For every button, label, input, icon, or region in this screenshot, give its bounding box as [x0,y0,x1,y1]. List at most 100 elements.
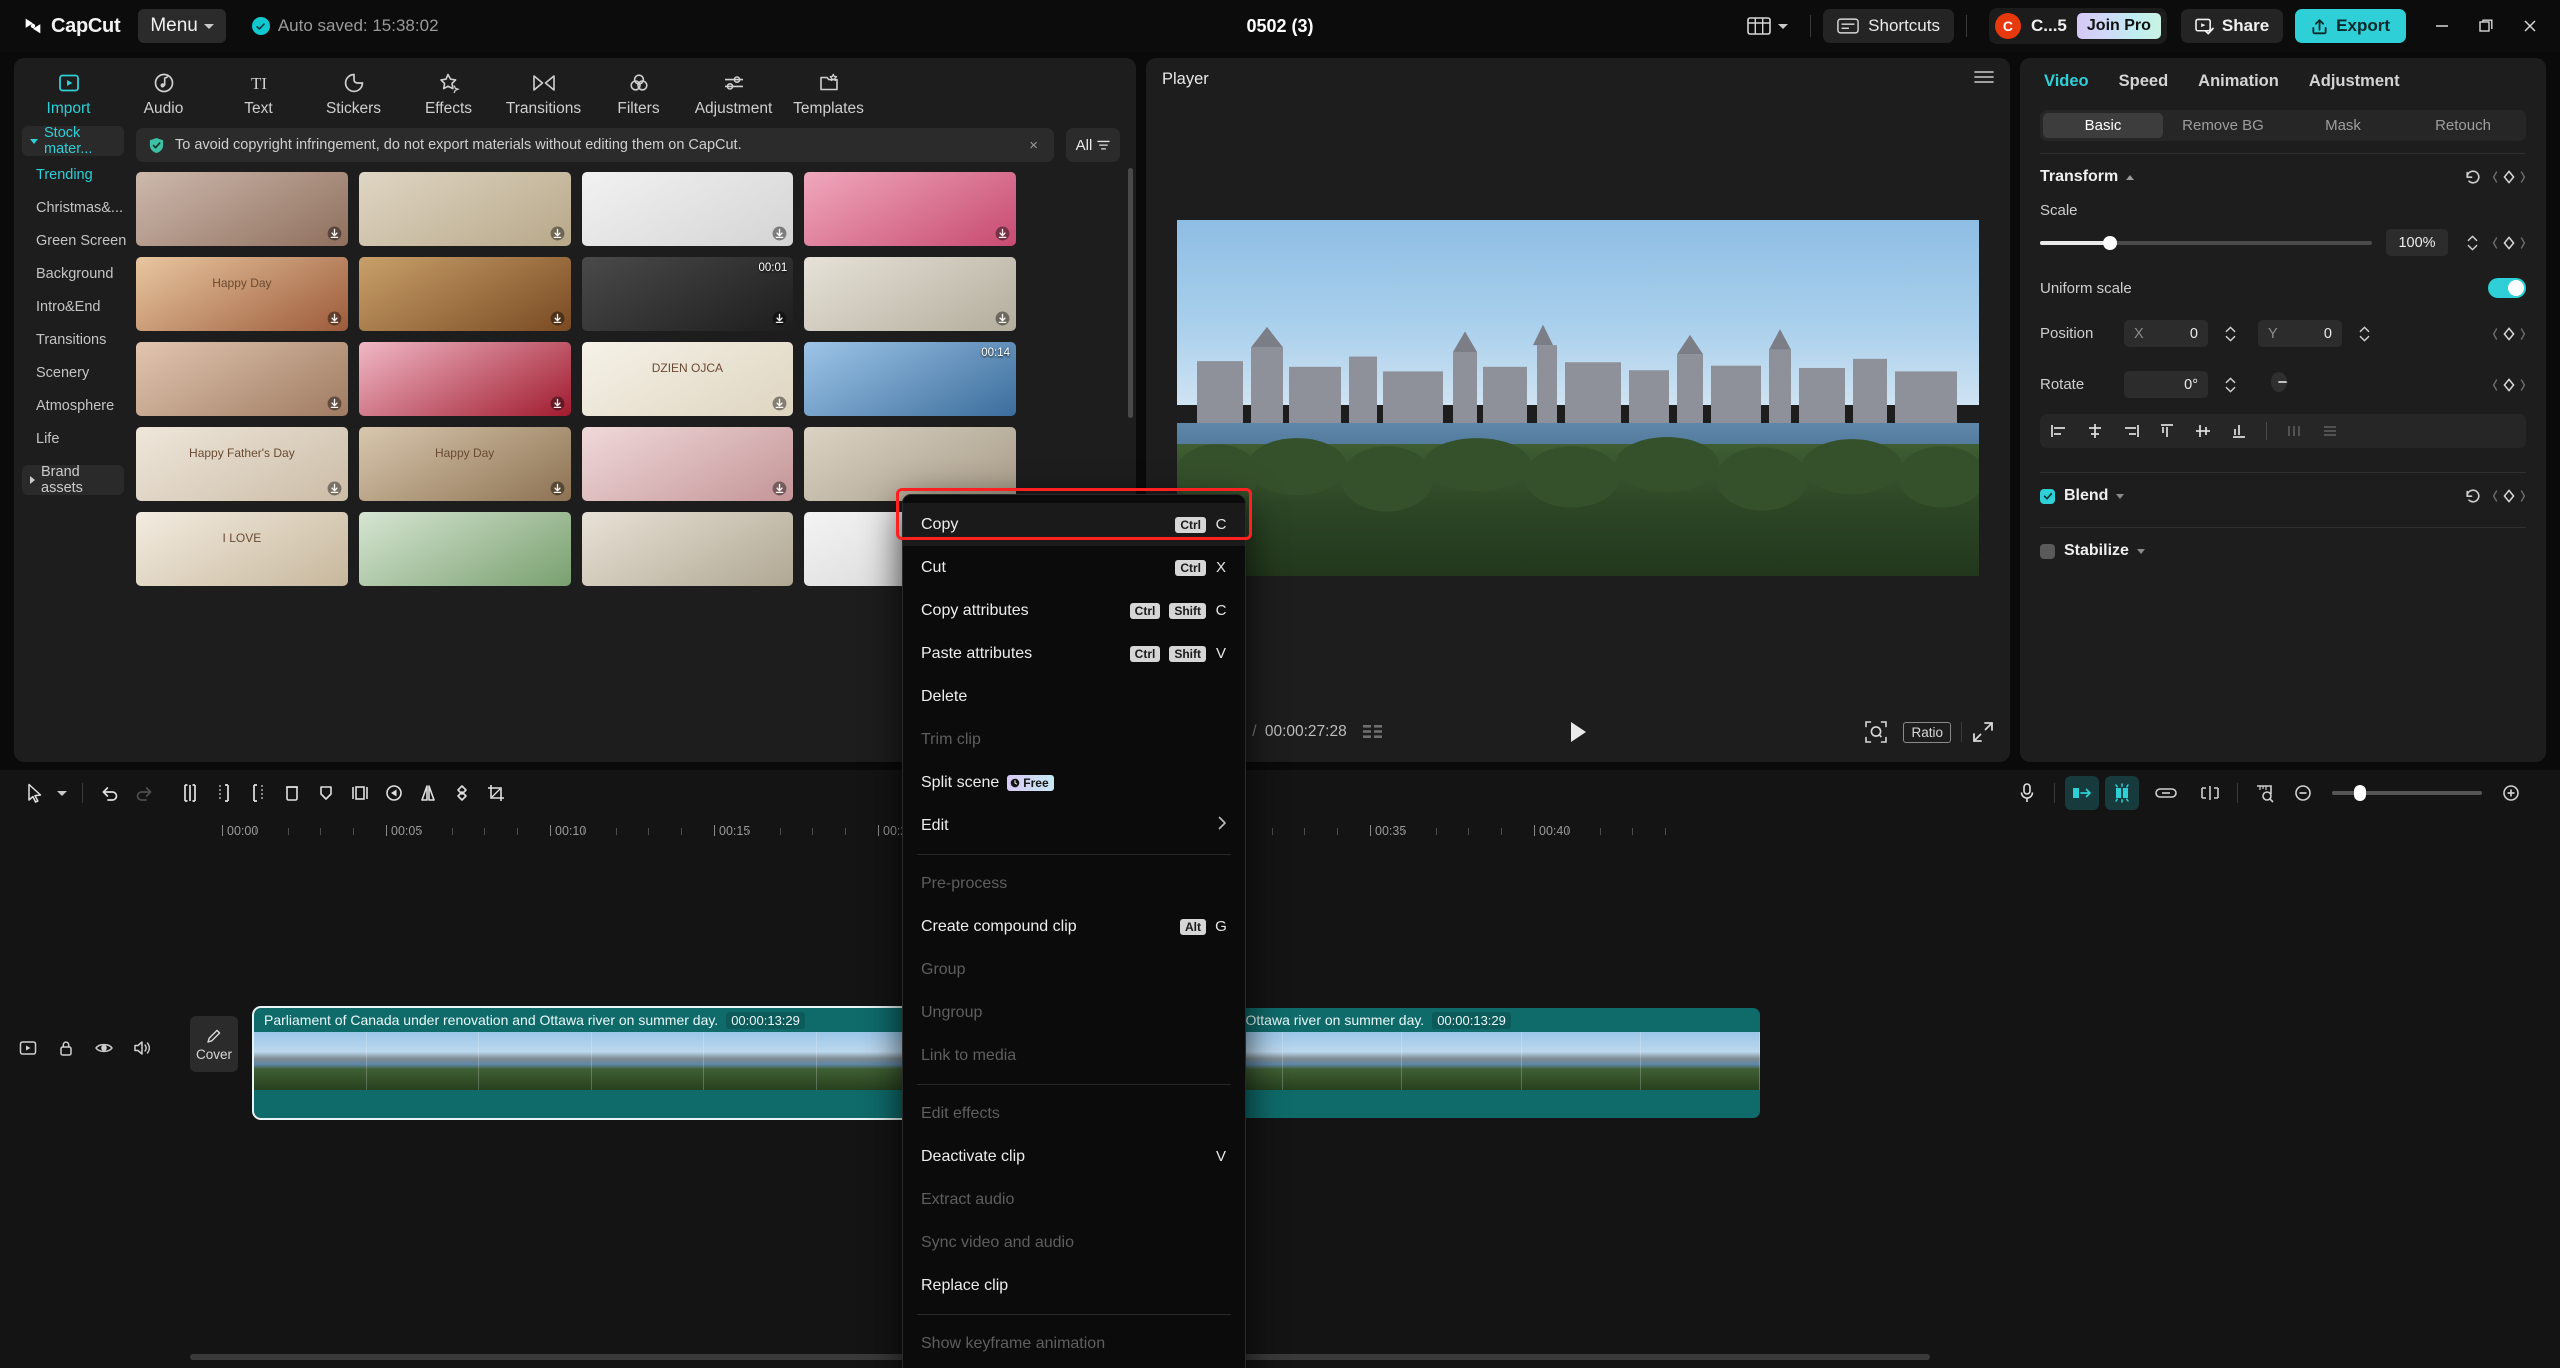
mirror-button[interactable] [411,776,445,810]
scale-slider[interactable] [2040,241,2372,245]
uniform-scale-toggle[interactable] [2488,278,2526,298]
timecode-format-button[interactable] [1363,724,1383,740]
align-center-vertical-icon[interactable] [2192,420,2214,442]
sidebar-root-stock-materials[interactable]: Stock mater... [22,126,124,156]
media-thumbnail[interactable] [582,427,794,501]
freeze-button[interactable] [343,776,377,810]
timeline-clip[interactable]: Parliament of Canada under renovation an… [1164,1008,1760,1118]
track-visibility-toggle[interactable] [94,1038,114,1063]
media-thumbnail[interactable]: Happy Day [359,427,571,501]
sidebar-item-scenery[interactable]: Scenery [14,356,132,389]
menu-item-copy-attributes[interactable]: Copy attributesCtrlShiftC [903,589,1245,632]
menu-item-edit[interactable]: Edit [903,804,1245,847]
download-icon[interactable] [995,311,1010,326]
download-icon[interactable] [327,311,342,326]
close-button[interactable] [2508,6,2552,46]
sidebar-item-trending[interactable]: Trending [14,158,132,191]
download-icon[interactable] [995,226,1010,241]
align-center-horizontal-icon[interactable] [2084,420,2106,442]
ripple-delete-button[interactable] [2193,776,2227,810]
player-menu-button[interactable] [1974,70,1994,89]
function-tab-text[interactable]: TI Text [212,64,305,118]
media-thumbnail[interactable]: Happy Day [136,257,348,331]
sidebar-item-life[interactable]: Life [14,422,132,455]
select-tool-button[interactable] [18,776,52,810]
sidebar-item-green-screen[interactable]: Green Screen [14,224,132,257]
sidebar-item-background[interactable]: Background [14,257,132,290]
segment-retouch[interactable]: Retouch [2403,113,2523,138]
media-thumbnail[interactable] [136,342,348,416]
download-icon[interactable] [327,226,342,241]
align-right-icon[interactable] [2120,420,2142,442]
position-x-field[interactable]: X 0 [2124,320,2208,347]
align-bottom-icon[interactable] [2228,420,2250,442]
trim-right-button[interactable] [241,776,275,810]
trim-left-button[interactable] [207,776,241,810]
share-button[interactable]: Share [2181,9,2283,43]
export-button[interactable]: Export [2295,9,2406,43]
function-tab-transitions[interactable]: Transitions [497,64,590,118]
reverse-button[interactable] [377,776,411,810]
download-icon[interactable] [550,226,565,241]
media-thumbnail[interactable]: 00:14 [804,342,1016,416]
track-preview-toggle[interactable] [18,1038,38,1063]
rotate-stepper[interactable] [2225,377,2236,393]
function-tab-filters[interactable]: Filters [592,64,685,118]
timeline-ruler[interactable]: 00:0000:0500:1000:1500:2000:2500:3000:35… [0,816,2560,848]
position-y-field[interactable]: Y 0 [2258,320,2342,347]
zoom-in-button[interactable] [2494,776,2528,810]
menu-item-create-compound-clip[interactable]: Create compound clipAltG [903,905,1245,948]
media-thumbnail[interactable] [582,172,794,246]
tab-adjustment[interactable]: Adjustment [2309,72,2400,102]
layout-switch-button[interactable] [1737,11,1798,41]
record-voiceover-button[interactable] [2010,776,2044,810]
sidebar-item-christmas[interactable]: Christmas&... [14,191,132,224]
menu-item-cut[interactable]: CutCtrlX [903,546,1245,589]
zoom-preview-button[interactable] [1865,721,1887,743]
media-thumbnail[interactable] [359,342,571,416]
sidebar-root-brand-assets[interactable]: Brand assets [22,465,124,495]
function-tab-adjustment[interactable]: Adjustment [687,64,780,118]
function-tab-audio[interactable]: Audio [117,64,210,118]
media-thumbnail[interactable] [804,172,1016,246]
sidebar-item-transitions[interactable]: Transitions [14,323,132,356]
sidebar-item-intro-end[interactable]: Intro&End [14,290,132,323]
position-y-stepper[interactable] [2359,326,2370,342]
clip-context-menu[interactable]: CopyCtrlCCutCtrlXCopy attributesCtrlShif… [902,494,1246,1368]
keyframe-icon[interactable] [2492,326,2526,342]
align-top-icon[interactable] [2156,420,2178,442]
shortcuts-button[interactable]: Shortcuts [1823,9,1954,43]
download-icon[interactable] [327,481,342,496]
download-icon[interactable] [772,396,787,411]
media-thumbnail[interactable]: Happy Father's Day [136,427,348,501]
media-thumbnail[interactable] [582,512,794,586]
user-account-chip[interactable]: C C...5 Join Pro [1989,8,2167,44]
media-thumbnail[interactable] [804,427,1016,501]
marker-button[interactable] [309,776,343,810]
split-button[interactable] [173,776,207,810]
auto-snap-button[interactable] [2065,776,2099,810]
download-icon[interactable] [550,481,565,496]
cover-button[interactable]: Cover [190,1016,238,1072]
fit-timeline-button[interactable] [2248,776,2282,810]
zoom-out-button[interactable] [2286,776,2320,810]
menu-item-replace-clip[interactable]: Replace clip [903,1264,1245,1307]
rotate-dial[interactable] [2266,369,2292,400]
media-thumbnail[interactable] [359,512,571,586]
function-tab-stickers[interactable]: Stickers [307,64,400,118]
rotate-button[interactable] [445,776,479,810]
download-icon[interactable] [772,226,787,241]
media-thumbnail[interactable]: I LOVE [136,512,348,586]
chevron-up-icon[interactable] [2126,175,2134,180]
maximize-button[interactable] [2464,6,2508,46]
crop-button[interactable] [479,776,513,810]
fullscreen-button[interactable] [1972,721,1994,743]
menu-item-split-scene[interactable]: Split sceneFree [903,761,1245,804]
scale-stepper[interactable] [2467,235,2478,251]
scale-value[interactable]: 100% [2386,229,2448,256]
reset-icon[interactable] [2464,487,2482,505]
undo-button[interactable] [93,776,127,810]
close-icon[interactable]: × [1025,137,1042,154]
delete-button[interactable] [275,776,309,810]
media-thumbnail[interactable]: DZIEN OJCA [582,342,794,416]
